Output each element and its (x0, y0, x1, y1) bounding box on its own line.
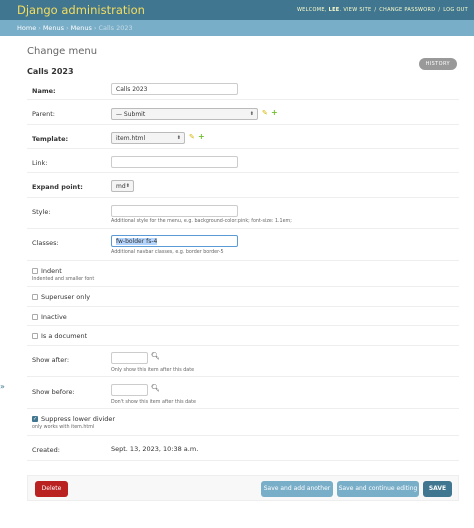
show-after-input[interactable] (111, 352, 148, 364)
breadcrumb: Home › Menus › Menus › Calls 2023 (0, 20, 474, 36)
suppress-divider-checkbox[interactable]: ✓ (32, 416, 38, 422)
form-row-created: Created: Sept. 13, 2023, 10:38 a.m. (27, 436, 459, 461)
form-row-link: Link: (27, 149, 459, 173)
expand-point-select[interactable]: md ⬍ (111, 180, 134, 192)
form-row-is-document: Is a document (27, 326, 459, 346)
select-arrows-icon: ⬍ (249, 111, 254, 117)
created-value: Sept. 13, 2023, 10:38 a.m. (111, 445, 199, 453)
form-row-style: Style: Additional style for the menu, e.… (27, 198, 459, 229)
change-related-pencil-icon[interactable]: ✎ (262, 109, 268, 117)
breadcrumb-separator: › (38, 24, 41, 32)
form-row-expand-point: Expand point: md ⬍ (27, 173, 459, 198)
show-after-label: Show after: (32, 356, 70, 364)
classes-help-text: Additional navbar classes, e.g. border b… (111, 250, 224, 255)
submit-row: Delete Save and add another Save and con… (27, 475, 459, 501)
inactive-checkbox[interactable] (32, 314, 38, 320)
form-row-indent: Indent Indented and smaller font (27, 261, 459, 287)
change-related-pencil-icon[interactable]: ✎ (189, 133, 195, 141)
template-label: Template: (32, 135, 69, 143)
save-and-add-another-button[interactable]: Save and add another (261, 481, 333, 497)
site-branding[interactable]: Django administration (17, 3, 145, 17)
sidebar-toggle-icon[interactable]: » (0, 381, 7, 393)
page-title: Change menu (27, 46, 98, 57)
form-row-show-after: Show after: 🔍︎ Only show this item after… (27, 346, 459, 377)
admin-header: Django administration WELCOME, LEE. VIEW… (0, 0, 474, 20)
classes-label: Classes: (32, 239, 59, 247)
search-icon[interactable]: 🔍︎ (151, 352, 160, 360)
created-label: Created: (32, 446, 60, 454)
superuser-only-label[interactable]: Superuser only (41, 293, 90, 301)
link-input[interactable] (111, 156, 238, 168)
form-row-classes: Classes: fw-bolder fs-4 Additional navba… (27, 229, 459, 261)
show-before-help-text: Don't show this item after this date (111, 400, 196, 405)
form-row-show-before: Show before: 🔍︎ Don't show this item aft… (27, 377, 459, 409)
breadcrumb-separator: › (66, 24, 69, 32)
main-content: Change menu HISTORY Calls 2023 Name: Cal… (27, 44, 459, 501)
form-row-superuser-only: Superuser only (27, 287, 459, 307)
indent-help-text: Indented and smaller font (32, 277, 95, 282)
username: LEE (328, 7, 340, 13)
search-icon[interactable]: 🔍︎ (151, 384, 160, 392)
style-input[interactable] (111, 205, 238, 217)
form-row-parent: Parent: — Submit ⬍ ✎ + (27, 100, 459, 125)
object-heading: Calls 2023 (27, 67, 74, 76)
name-label: Name: (32, 87, 56, 95)
form-row-suppress-divider: ✓ Suppress lower divider only works with… (27, 409, 459, 436)
style-help-text: Additional style for the menu, e.g. back… (111, 219, 292, 224)
separator: / (438, 7, 441, 13)
suppress-divider-help-text: only works with item.html (32, 425, 95, 430)
form-row-inactive: Inactive (27, 307, 459, 326)
change-password-link[interactable]: CHANGE PASSWORD (379, 7, 435, 13)
show-before-label: Show before: (32, 388, 75, 396)
inactive-label[interactable]: Inactive (41, 313, 67, 321)
user-tools: WELCOME, LEE. VIEW SITE / CHANGE PASSWOR… (296, 7, 468, 13)
is-document-label[interactable]: Is a document (41, 332, 87, 340)
template-select-value: item.html (116, 135, 146, 142)
style-label: Style: (32, 208, 51, 216)
delete-button[interactable]: Delete (35, 481, 68, 497)
suppress-divider-label[interactable]: Suppress lower divider (41, 415, 115, 423)
add-related-plus-icon[interactable]: + (271, 108, 278, 117)
view-site-link[interactable]: VIEW SITE (343, 7, 371, 13)
history-button[interactable]: HISTORY (418, 58, 457, 70)
parent-select-value: — Submit (116, 111, 146, 118)
breadcrumb-app[interactable]: Menus (43, 24, 64, 32)
add-related-plus-icon[interactable]: + (198, 132, 205, 141)
object-tools: HISTORY (418, 58, 457, 70)
template-select[interactable]: item.html ⬍ (111, 132, 185, 144)
expand-point-select-value: md (116, 183, 126, 190)
save-and-continue-button[interactable]: Save and continue editing (337, 481, 419, 497)
show-before-input[interactable] (111, 384, 148, 396)
expand-point-label: Expand point: (32, 183, 83, 191)
indent-label[interactable]: Indent (41, 267, 62, 275)
welcome-text: WELCOME, (296, 7, 327, 13)
breadcrumb-home[interactable]: Home (17, 24, 36, 32)
save-button[interactable]: SAVE (423, 481, 452, 497)
show-after-help-text: Only show this item after this date (111, 368, 195, 373)
logout-link[interactable]: LOG OUT (443, 7, 468, 13)
select-arrows-icon: ⬍ (176, 135, 181, 141)
name-input[interactable]: Calls 2023 (111, 83, 238, 95)
breadcrumb-separator: › (93, 24, 97, 32)
form-row-template: Template: item.html ⬍ ✎ + (27, 125, 459, 149)
breadcrumb-current: Calls 2023 (98, 24, 133, 32)
select-arrows-icon: ⬍ (125, 183, 130, 189)
form-row-name: Name: Calls 2023 (27, 79, 459, 100)
classes-input[interactable]: fw-bolder fs-4 (111, 235, 238, 247)
classes-input-value: fw-bolder fs-4 (116, 238, 158, 245)
indent-checkbox[interactable] (32, 268, 38, 274)
link-label: Link: (32, 159, 48, 167)
separator: / (374, 7, 377, 13)
superuser-only-checkbox[interactable] (32, 294, 38, 300)
parent-select[interactable]: — Submit ⬍ (111, 108, 258, 120)
parent-label: Parent: (32, 110, 55, 118)
breadcrumb-model[interactable]: Menus (71, 24, 92, 32)
is-document-checkbox[interactable] (32, 333, 38, 339)
